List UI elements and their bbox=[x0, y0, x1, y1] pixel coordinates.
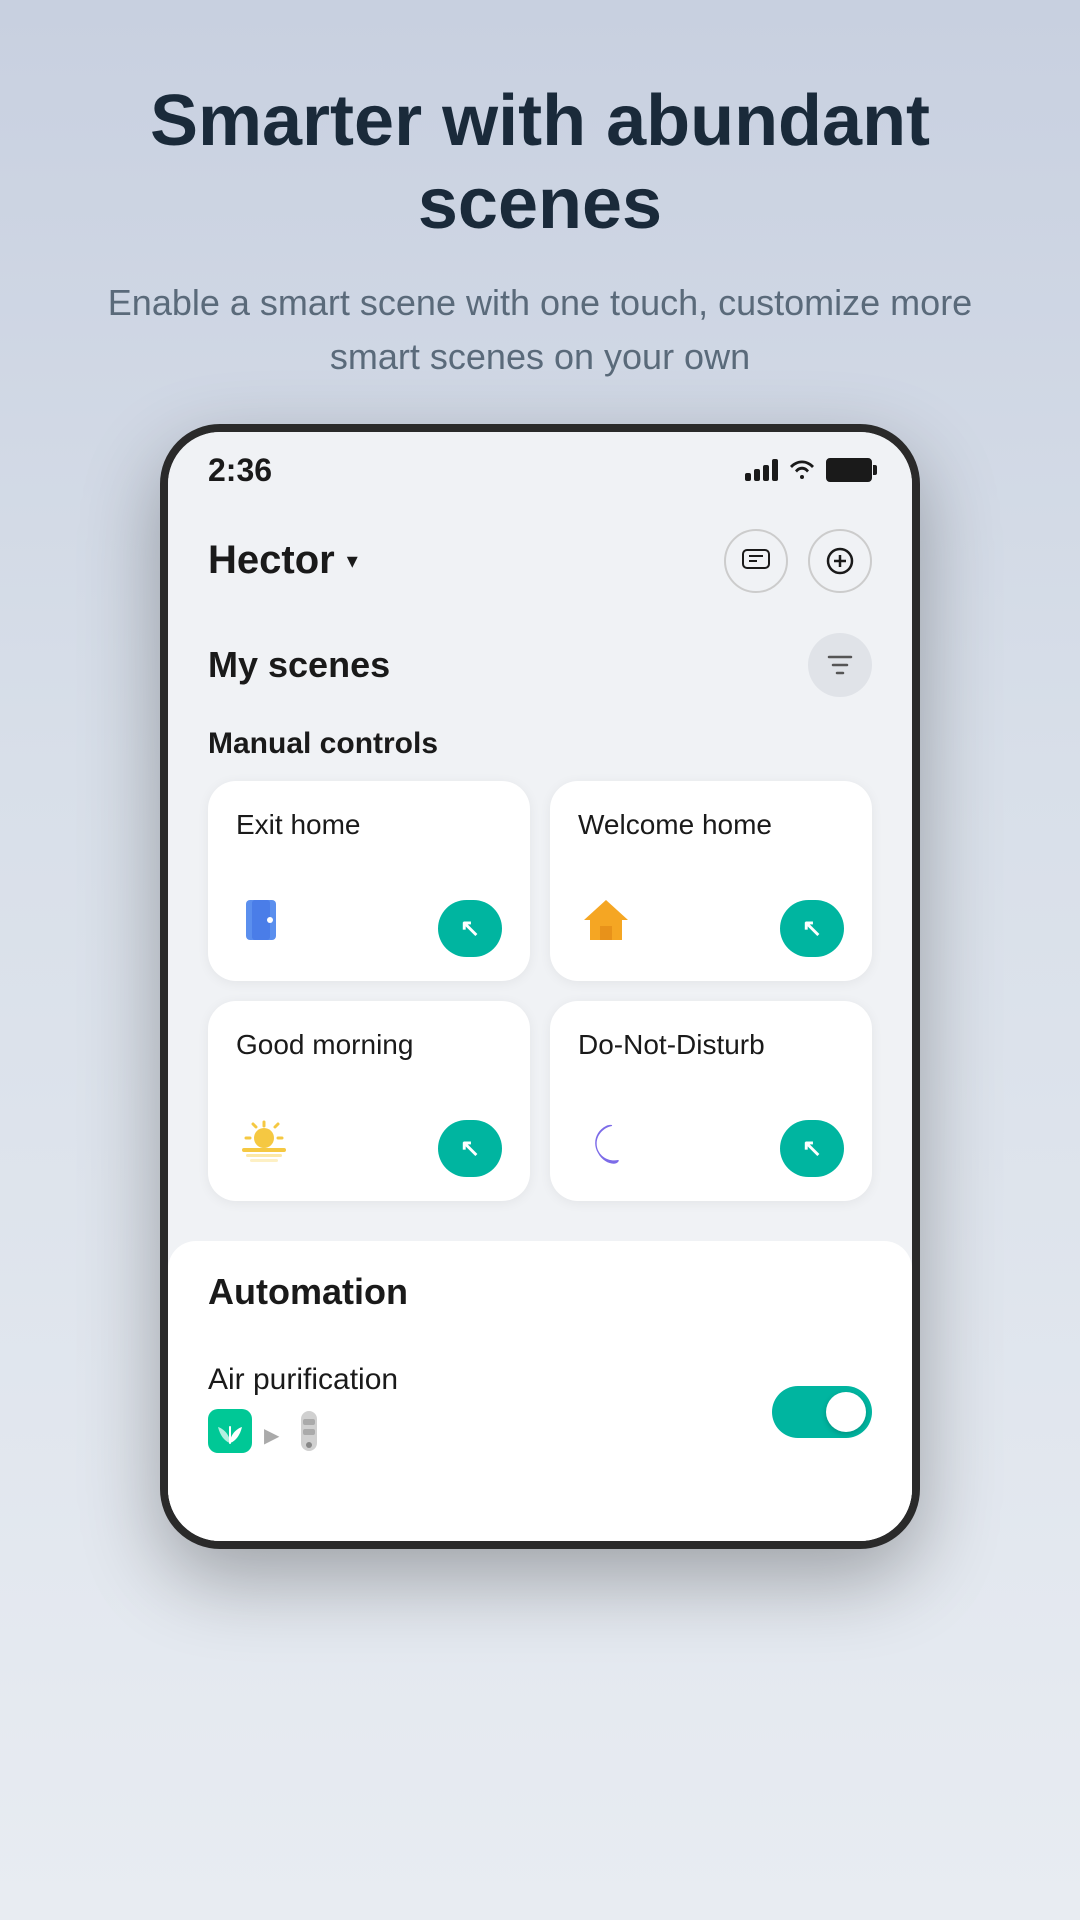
status-bar: 2:36 bbox=[168, 432, 912, 499]
phone-frame: 2:36 Hector bbox=[160, 424, 920, 1549]
promo-section: Smarter with abundant scenes Enable a sm… bbox=[0, 0, 1080, 424]
scene-card-bottom-exit-home: ↖ bbox=[236, 892, 502, 957]
run-arrow-icon-2: ↖ bbox=[802, 914, 822, 943]
home-selector[interactable]: Hector ▾ bbox=[208, 538, 358, 583]
my-scenes-title: My scenes bbox=[208, 644, 390, 686]
signal-bar-4 bbox=[772, 459, 778, 481]
filter-button[interactable] bbox=[808, 633, 872, 697]
chevron-down-icon: ▾ bbox=[347, 548, 358, 574]
signal-bar-2 bbox=[754, 469, 760, 481]
home-name: Hector bbox=[208, 538, 335, 583]
scene-card-do-not-disturb[interactable]: Do-Not-Disturb ↖ bbox=[550, 1001, 872, 1201]
scene-card-title-exit-home: Exit home bbox=[236, 809, 502, 841]
my-scenes-header: My scenes bbox=[168, 623, 912, 717]
wifi-icon bbox=[788, 455, 816, 486]
promo-subtitle: Enable a smart scene with one touch, cus… bbox=[60, 276, 1020, 384]
run-arrow-icon-3: ↖ bbox=[460, 1134, 480, 1163]
automation-arrow-icon: ▶ bbox=[264, 1423, 279, 1448]
nav-icons bbox=[724, 529, 872, 593]
scenes-grid: Exit home ↖ bbox=[168, 781, 912, 1221]
scene-card-title-welcome-home: Welcome home bbox=[578, 809, 844, 841]
add-button[interactable] bbox=[808, 529, 872, 593]
run-arrow-icon-4: ↖ bbox=[802, 1134, 822, 1163]
automation-item-content: Air purification ▶ bbox=[208, 1363, 772, 1462]
message-button[interactable] bbox=[724, 529, 788, 593]
scene-card-good-morning[interactable]: Good morning bbox=[208, 1001, 530, 1201]
automation-section: Automation Air purification bbox=[168, 1241, 912, 1541]
manual-controls-label: Manual controls bbox=[168, 717, 912, 781]
promo-title: Smarter with abundant scenes bbox=[60, 80, 1020, 246]
automation-icons-row: ▶ bbox=[208, 1409, 772, 1462]
toggle-track bbox=[772, 1386, 872, 1438]
scene-card-bottom-do-not-disturb: ↖ bbox=[578, 1112, 844, 1177]
signal-bar-1 bbox=[745, 473, 751, 481]
automation-item-air-purification: Air purification ▶ bbox=[208, 1343, 872, 1482]
air-purification-toggle[interactable] bbox=[772, 1386, 872, 1438]
signal-bar-3 bbox=[763, 465, 769, 481]
status-time: 2:36 bbox=[208, 452, 272, 489]
signal-bars-icon bbox=[745, 459, 778, 481]
run-do-not-disturb-button[interactable]: ↖ bbox=[780, 1120, 844, 1177]
app-content: Hector ▾ My scene bbox=[168, 499, 912, 1541]
automation-device-icon bbox=[291, 1409, 327, 1461]
toggle-thumb bbox=[826, 1392, 866, 1432]
welcome-home-icon bbox=[578, 892, 634, 957]
scene-card-title-do-not-disturb: Do-Not-Disturb bbox=[578, 1029, 844, 1061]
scene-card-welcome-home[interactable]: Welcome home ↖ bbox=[550, 781, 872, 981]
do-not-disturb-icon bbox=[578, 1112, 634, 1177]
good-morning-icon bbox=[236, 1112, 292, 1177]
status-icons bbox=[745, 455, 872, 486]
run-exit-home-button[interactable]: ↖ bbox=[438, 900, 502, 957]
scene-card-title-good-morning: Good morning bbox=[236, 1029, 502, 1061]
automation-source-icon bbox=[208, 1409, 252, 1462]
automation-title: Automation bbox=[208, 1271, 872, 1313]
exit-home-icon bbox=[236, 892, 292, 957]
battery-icon bbox=[826, 458, 872, 482]
run-welcome-home-button[interactable]: ↖ bbox=[780, 900, 844, 957]
scene-card-exit-home[interactable]: Exit home ↖ bbox=[208, 781, 530, 981]
scene-card-bottom-welcome-home: ↖ bbox=[578, 892, 844, 957]
scene-card-bottom-good-morning: ↖ bbox=[236, 1112, 502, 1177]
automation-item-name: Air purification bbox=[208, 1363, 772, 1397]
run-arrow-icon: ↖ bbox=[460, 914, 480, 943]
run-good-morning-button[interactable]: ↖ bbox=[438, 1120, 502, 1177]
top-nav: Hector ▾ bbox=[168, 509, 912, 623]
